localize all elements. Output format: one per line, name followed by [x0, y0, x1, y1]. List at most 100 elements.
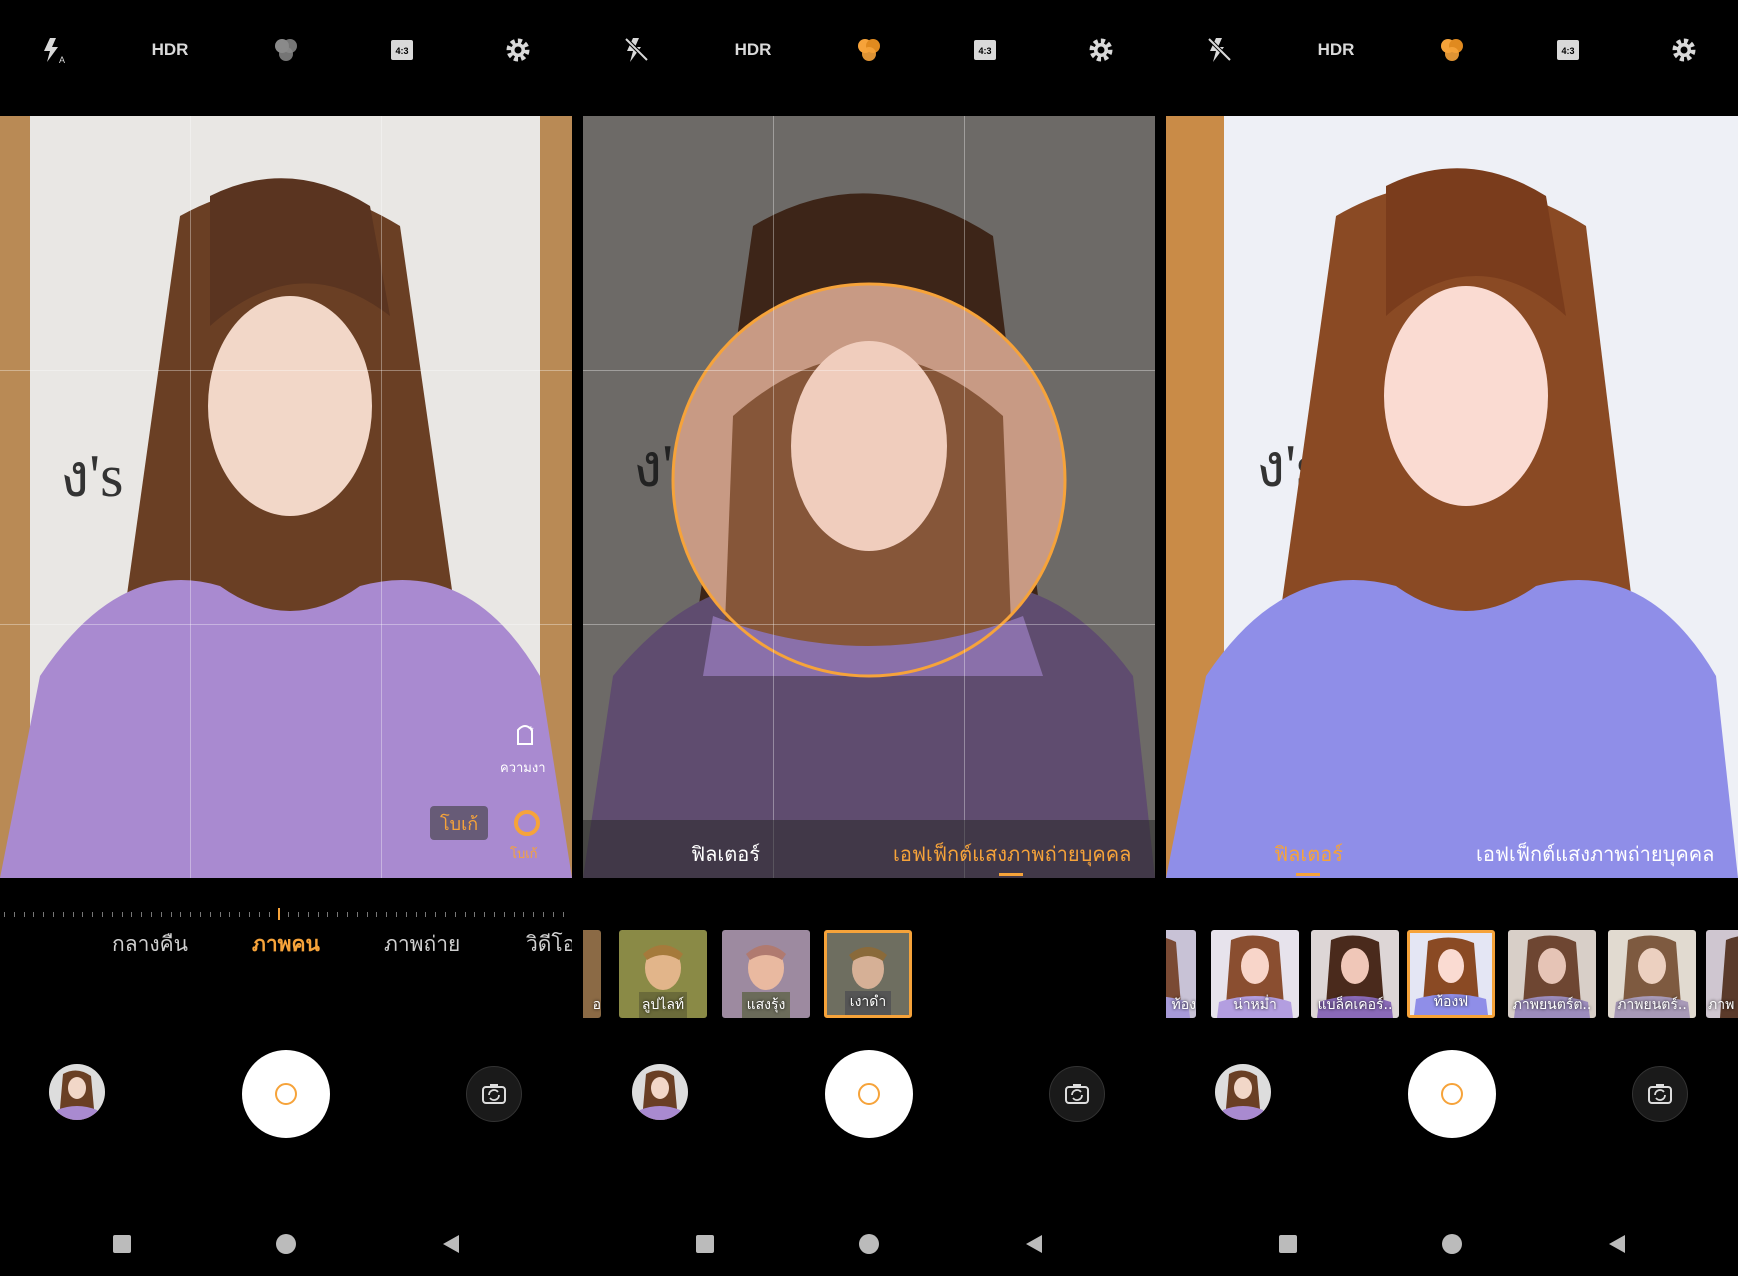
- tab-portrait-light[interactable]: เอฟเฟ็กต์แสงภาพถ่ายบุคคล: [1476, 838, 1714, 870]
- back-button[interactable]: [1604, 1232, 1628, 1256]
- viewfinder[interactable]: ง's + ความงา โบเก้ โบเก้: [0, 116, 572, 878]
- aspect-ratio-button[interactable]: 4:3: [380, 28, 424, 72]
- filter-thumb-selected[interactable]: เงาดำ: [824, 930, 912, 1018]
- zoom-tick: [13, 912, 15, 917]
- zoom-tick: [405, 912, 407, 917]
- camera-panel-portrait-light: HDR 4:3 ง's ฟิลเตอร์ เอฟเฟ็กต์แสงภาพถ่าย…: [583, 0, 1155, 1276]
- zoom-tick: [337, 912, 339, 917]
- flash-auto-icon[interactable]: A: [32, 28, 76, 72]
- filter-thumb[interactable]: แบล็คเคอร์..: [1311, 930, 1399, 1018]
- filter-thumb[interactable]: น่าหม่ำ: [1211, 930, 1299, 1018]
- zoom-tick: [288, 912, 290, 917]
- zoom-tick: [62, 912, 64, 917]
- gallery-thumbnail[interactable]: [632, 1064, 688, 1120]
- filter-tabs: ฟิลเตอร์ เอฟเฟ็กต์แสงภาพถ่ายบุคคล: [1166, 820, 1738, 878]
- mode-video[interactable]: วิดีโอ: [526, 928, 572, 961]
- gallery-thumbnail[interactable]: [1215, 1064, 1271, 1120]
- beauty-icon[interactable]: +: [510, 720, 540, 754]
- zoom-tick: [386, 912, 388, 917]
- zoom-tick: [249, 912, 250, 917]
- switch-camera-icon[interactable]: [1632, 1066, 1688, 1122]
- filter-tabs: ฟิลเตอร์ เอฟเฟ็กต์แสงภาพถ่ายบุคคล: [583, 820, 1155, 878]
- bokeh-icon[interactable]: [512, 808, 542, 842]
- zoom-tick: [121, 912, 123, 917]
- zoom-tick: [347, 912, 348, 917]
- tab-filter[interactable]: ฟิลเตอร์: [1274, 838, 1343, 870]
- tab-portrait-light[interactable]: เอฟเฟ็กต์แสงภาพถ่ายบุคคล: [893, 838, 1131, 870]
- filter-thumb[interactable]: ภาพ: [1706, 930, 1738, 1018]
- zoom-tick: [464, 912, 466, 917]
- flash-off-icon[interactable]: [1198, 28, 1242, 72]
- viewfinder[interactable]: ง's ฟิลเตอร์ เอฟเฟ็กต์แสงภาพถ่ายบุคคล: [1166, 116, 1738, 878]
- mode-photo[interactable]: ภาพถ่าย: [384, 928, 460, 961]
- bokeh-pill: โบเก้: [430, 806, 489, 840]
- gear-icon[interactable]: [1079, 28, 1123, 72]
- filter-thumb[interactable]: ภาพยนตร์ต..: [1508, 930, 1596, 1018]
- zoom-tick: [396, 912, 397, 917]
- home-button[interactable]: [857, 1232, 881, 1256]
- zoom-tick: [33, 912, 35, 917]
- zoom-tick: [327, 912, 329, 917]
- zoom-tick: [229, 912, 231, 917]
- recents-button[interactable]: [1276, 1232, 1300, 1256]
- system-navbar: [0, 1220, 572, 1276]
- zoom-tick: [415, 912, 417, 917]
- svg-text:4:3: 4:3: [978, 46, 991, 56]
- filter-thumb[interactable]: ภาพยนตร์..: [1608, 930, 1696, 1018]
- hdr-toggle[interactable]: HDR: [148, 28, 192, 72]
- zoom-tick: [562, 912, 564, 917]
- camera-preview-image: ง's: [583, 116, 1155, 878]
- filter-icon[interactable]: [264, 28, 308, 72]
- filter-thumb[interactable]: แสงรุ้ง: [722, 930, 810, 1018]
- gear-icon[interactable]: [1662, 28, 1706, 72]
- zoom-tick: [170, 912, 172, 917]
- shutter-button[interactable]: [1408, 1050, 1496, 1138]
- zoom-tick: [268, 912, 270, 917]
- switch-camera-icon[interactable]: [1049, 1066, 1105, 1122]
- zoom-tick: [366, 912, 368, 917]
- zoom-tick: [200, 912, 201, 917]
- hdr-toggle[interactable]: HDR: [1314, 28, 1358, 72]
- shutter-button[interactable]: [242, 1050, 330, 1138]
- gear-icon[interactable]: [496, 28, 540, 72]
- zoom-tick: [141, 912, 143, 917]
- back-button[interactable]: [438, 1232, 462, 1256]
- shutter-button[interactable]: [825, 1050, 913, 1138]
- zoom-tick: [258, 912, 260, 917]
- mode-portrait[interactable]: ภาพคน: [252, 928, 320, 961]
- home-button[interactable]: [1440, 1232, 1464, 1256]
- zoom-tick: [494, 912, 495, 917]
- filter-icon[interactable]: [1430, 28, 1474, 72]
- hdr-toggle[interactable]: HDR: [731, 28, 775, 72]
- camera-panel-portrait: A HDR 4:3 ง's + ความงา โบเก้ โบเก้ กลางค…: [0, 0, 572, 1276]
- zoom-tick: [425, 912, 427, 917]
- aspect-ratio-button[interactable]: 4:3: [963, 28, 1007, 72]
- zoom-ruler[interactable]: [0, 906, 572, 920]
- filter-thumb-selected[interactable]: ท้องฟ: [1407, 930, 1495, 1018]
- filter-thumb[interactable]: ท้อง: [1166, 930, 1196, 1018]
- switch-camera-icon[interactable]: [466, 1066, 522, 1122]
- capture-controls: [0, 1050, 572, 1140]
- filter-thumb[interactable]: อ: [583, 930, 601, 1018]
- back-button[interactable]: [1021, 1232, 1045, 1256]
- zoom-tick: [317, 912, 319, 917]
- recents-button[interactable]: [110, 1232, 134, 1256]
- zoom-tick: [307, 912, 309, 917]
- filter-icon[interactable]: [847, 28, 891, 72]
- zoom-tick: [160, 912, 162, 917]
- filter-strip: ท้อง น่าหม่ำ แบล็คเคอร์.. ท้องฟ ภาพยนตร์…: [1166, 930, 1738, 1022]
- aspect-ratio-button[interactable]: 4:3: [1546, 28, 1590, 72]
- home-button[interactable]: [274, 1232, 298, 1256]
- viewfinder[interactable]: ง's ฟิลเตอร์ เอฟเฟ็กต์แสงภาพถ่ายบุคคล: [583, 116, 1155, 878]
- filter-thumb[interactable]: ลูปไลท์: [619, 930, 707, 1018]
- zoom-tick: [454, 912, 456, 917]
- recents-button[interactable]: [693, 1232, 717, 1256]
- mode-selector: กลางคืน ภาพคน ภาพถ่าย วิดีโอ: [0, 928, 572, 968]
- zoom-tick: [484, 912, 486, 917]
- tab-filter[interactable]: ฟิลเตอร์: [691, 838, 760, 870]
- zoom-tick: [503, 912, 505, 917]
- camera-topbar: HDR 4:3: [583, 0, 1155, 116]
- gallery-thumbnail[interactable]: [49, 1064, 105, 1120]
- flash-off-icon[interactable]: [615, 28, 659, 72]
- mode-night[interactable]: กลางคืน: [112, 928, 188, 961]
